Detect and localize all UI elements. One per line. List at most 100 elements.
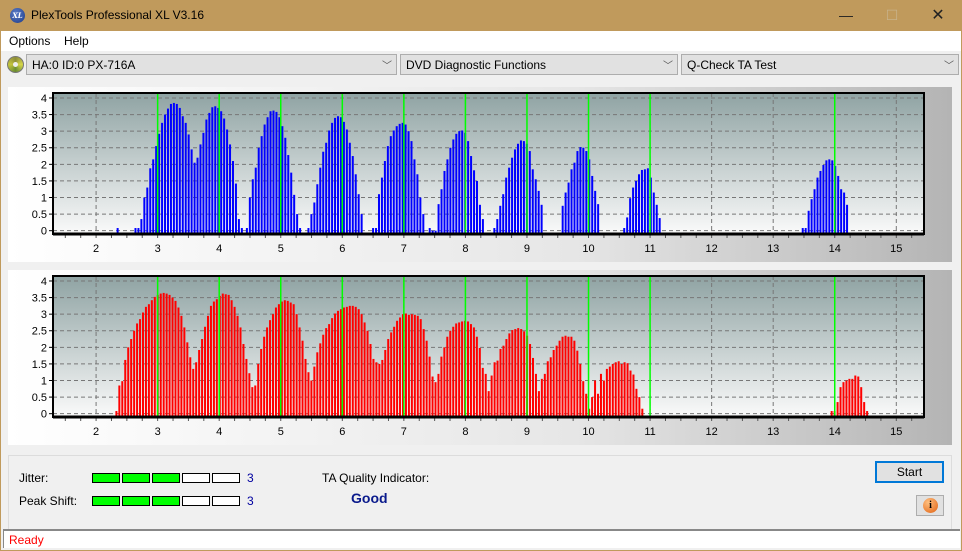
- close-button[interactable]: ✕: [915, 0, 961, 31]
- x-tick-label: 10: [582, 243, 594, 255]
- test-select[interactable]: Q-Check TA Test ﹀: [681, 54, 959, 75]
- bar: [819, 170, 822, 234]
- bar: [605, 368, 608, 417]
- bar: [434, 382, 437, 417]
- bar: [372, 358, 375, 417]
- bar: [597, 393, 600, 417]
- bar: [523, 331, 526, 417]
- minimize-button[interactable]: —: [823, 0, 869, 31]
- bar: [161, 122, 164, 234]
- bar: [469, 324, 472, 417]
- bar: [378, 363, 381, 417]
- bar: [540, 378, 543, 417]
- bar: [226, 129, 229, 234]
- bar: [816, 177, 819, 234]
- bar: [202, 132, 205, 234]
- bar: [481, 367, 484, 417]
- bar: [211, 107, 214, 234]
- bar: [646, 168, 649, 234]
- bar: [854, 375, 857, 417]
- bar: [377, 194, 380, 234]
- bar: [192, 368, 195, 417]
- bar: [328, 130, 331, 234]
- bar: [190, 149, 193, 234]
- bar: [187, 134, 190, 234]
- meter-segment: [212, 473, 240, 483]
- bar: [499, 205, 502, 234]
- start-button[interactable]: Start: [875, 461, 944, 483]
- bar: [195, 362, 198, 417]
- bar: [398, 123, 401, 234]
- meter-segment: [92, 496, 120, 506]
- bar: [399, 317, 402, 417]
- x-tick-label: 5: [278, 243, 284, 255]
- bar: [181, 116, 184, 234]
- bar: [638, 174, 641, 234]
- meter-segment: [122, 496, 150, 506]
- bar: [175, 103, 178, 234]
- bar: [626, 363, 629, 417]
- bar: [863, 402, 866, 417]
- bar: [516, 143, 519, 234]
- y-tick-label: 3.5: [32, 293, 47, 305]
- bar: [153, 296, 156, 417]
- bar: [180, 315, 183, 417]
- bar: [375, 362, 378, 417]
- bar: [389, 136, 392, 234]
- chevron-down-icon: ﹀: [382, 61, 392, 72]
- menu-options[interactable]: Options: [9, 34, 50, 48]
- bar: [431, 376, 434, 417]
- peak-shift-label: Peak Shift:: [19, 494, 78, 508]
- bar: [470, 156, 473, 234]
- x-tick-label: 5: [278, 426, 284, 438]
- menu-help[interactable]: Help: [64, 34, 89, 48]
- bar: [499, 348, 502, 417]
- bar: [416, 315, 419, 417]
- bar: [152, 159, 155, 234]
- bar: [266, 117, 269, 234]
- bar: [561, 336, 564, 417]
- y-tick-label: 0: [41, 226, 47, 238]
- bar: [220, 111, 223, 234]
- bar: [325, 142, 328, 234]
- bar: [172, 102, 175, 234]
- maximize-button[interactable]: ☐: [869, 0, 915, 31]
- bar: [632, 187, 635, 234]
- bar: [591, 397, 594, 417]
- bar: [425, 340, 428, 417]
- x-tick-label: 9: [524, 426, 530, 438]
- bar: [413, 159, 416, 234]
- drive-select[interactable]: HA:0 ID:0 PX-716A ﹀: [26, 54, 397, 75]
- bar: [640, 169, 643, 234]
- bar: [215, 299, 218, 417]
- bar: [231, 161, 234, 234]
- bar: [206, 315, 209, 417]
- info-icon: i: [923, 498, 938, 513]
- bar: [395, 126, 398, 234]
- meter-segment: [182, 473, 210, 483]
- bar: [334, 117, 337, 234]
- bar: [407, 314, 410, 417]
- bar: [319, 343, 322, 417]
- info-button[interactable]: i: [916, 495, 944, 516]
- bar: [496, 219, 499, 234]
- ta-quality-value: Good: [351, 490, 388, 506]
- bar: [146, 187, 149, 234]
- bar: [655, 204, 658, 234]
- bar: [638, 397, 641, 417]
- bar: [632, 374, 635, 417]
- bar: [573, 340, 576, 417]
- bar: [214, 106, 217, 234]
- y-tick-label: 4: [41, 276, 47, 288]
- bar: [579, 147, 582, 234]
- bar: [508, 167, 511, 234]
- bar: [579, 363, 582, 417]
- bar: [345, 129, 348, 234]
- bar: [334, 313, 337, 417]
- y-tick-label: 3.5: [32, 110, 47, 122]
- bar: [508, 333, 511, 417]
- bar: [576, 350, 579, 417]
- function-group-select[interactable]: DVD Diagnostic Functions ﹀: [400, 54, 678, 75]
- x-tick-label: 9: [524, 243, 530, 255]
- bar: [443, 347, 446, 417]
